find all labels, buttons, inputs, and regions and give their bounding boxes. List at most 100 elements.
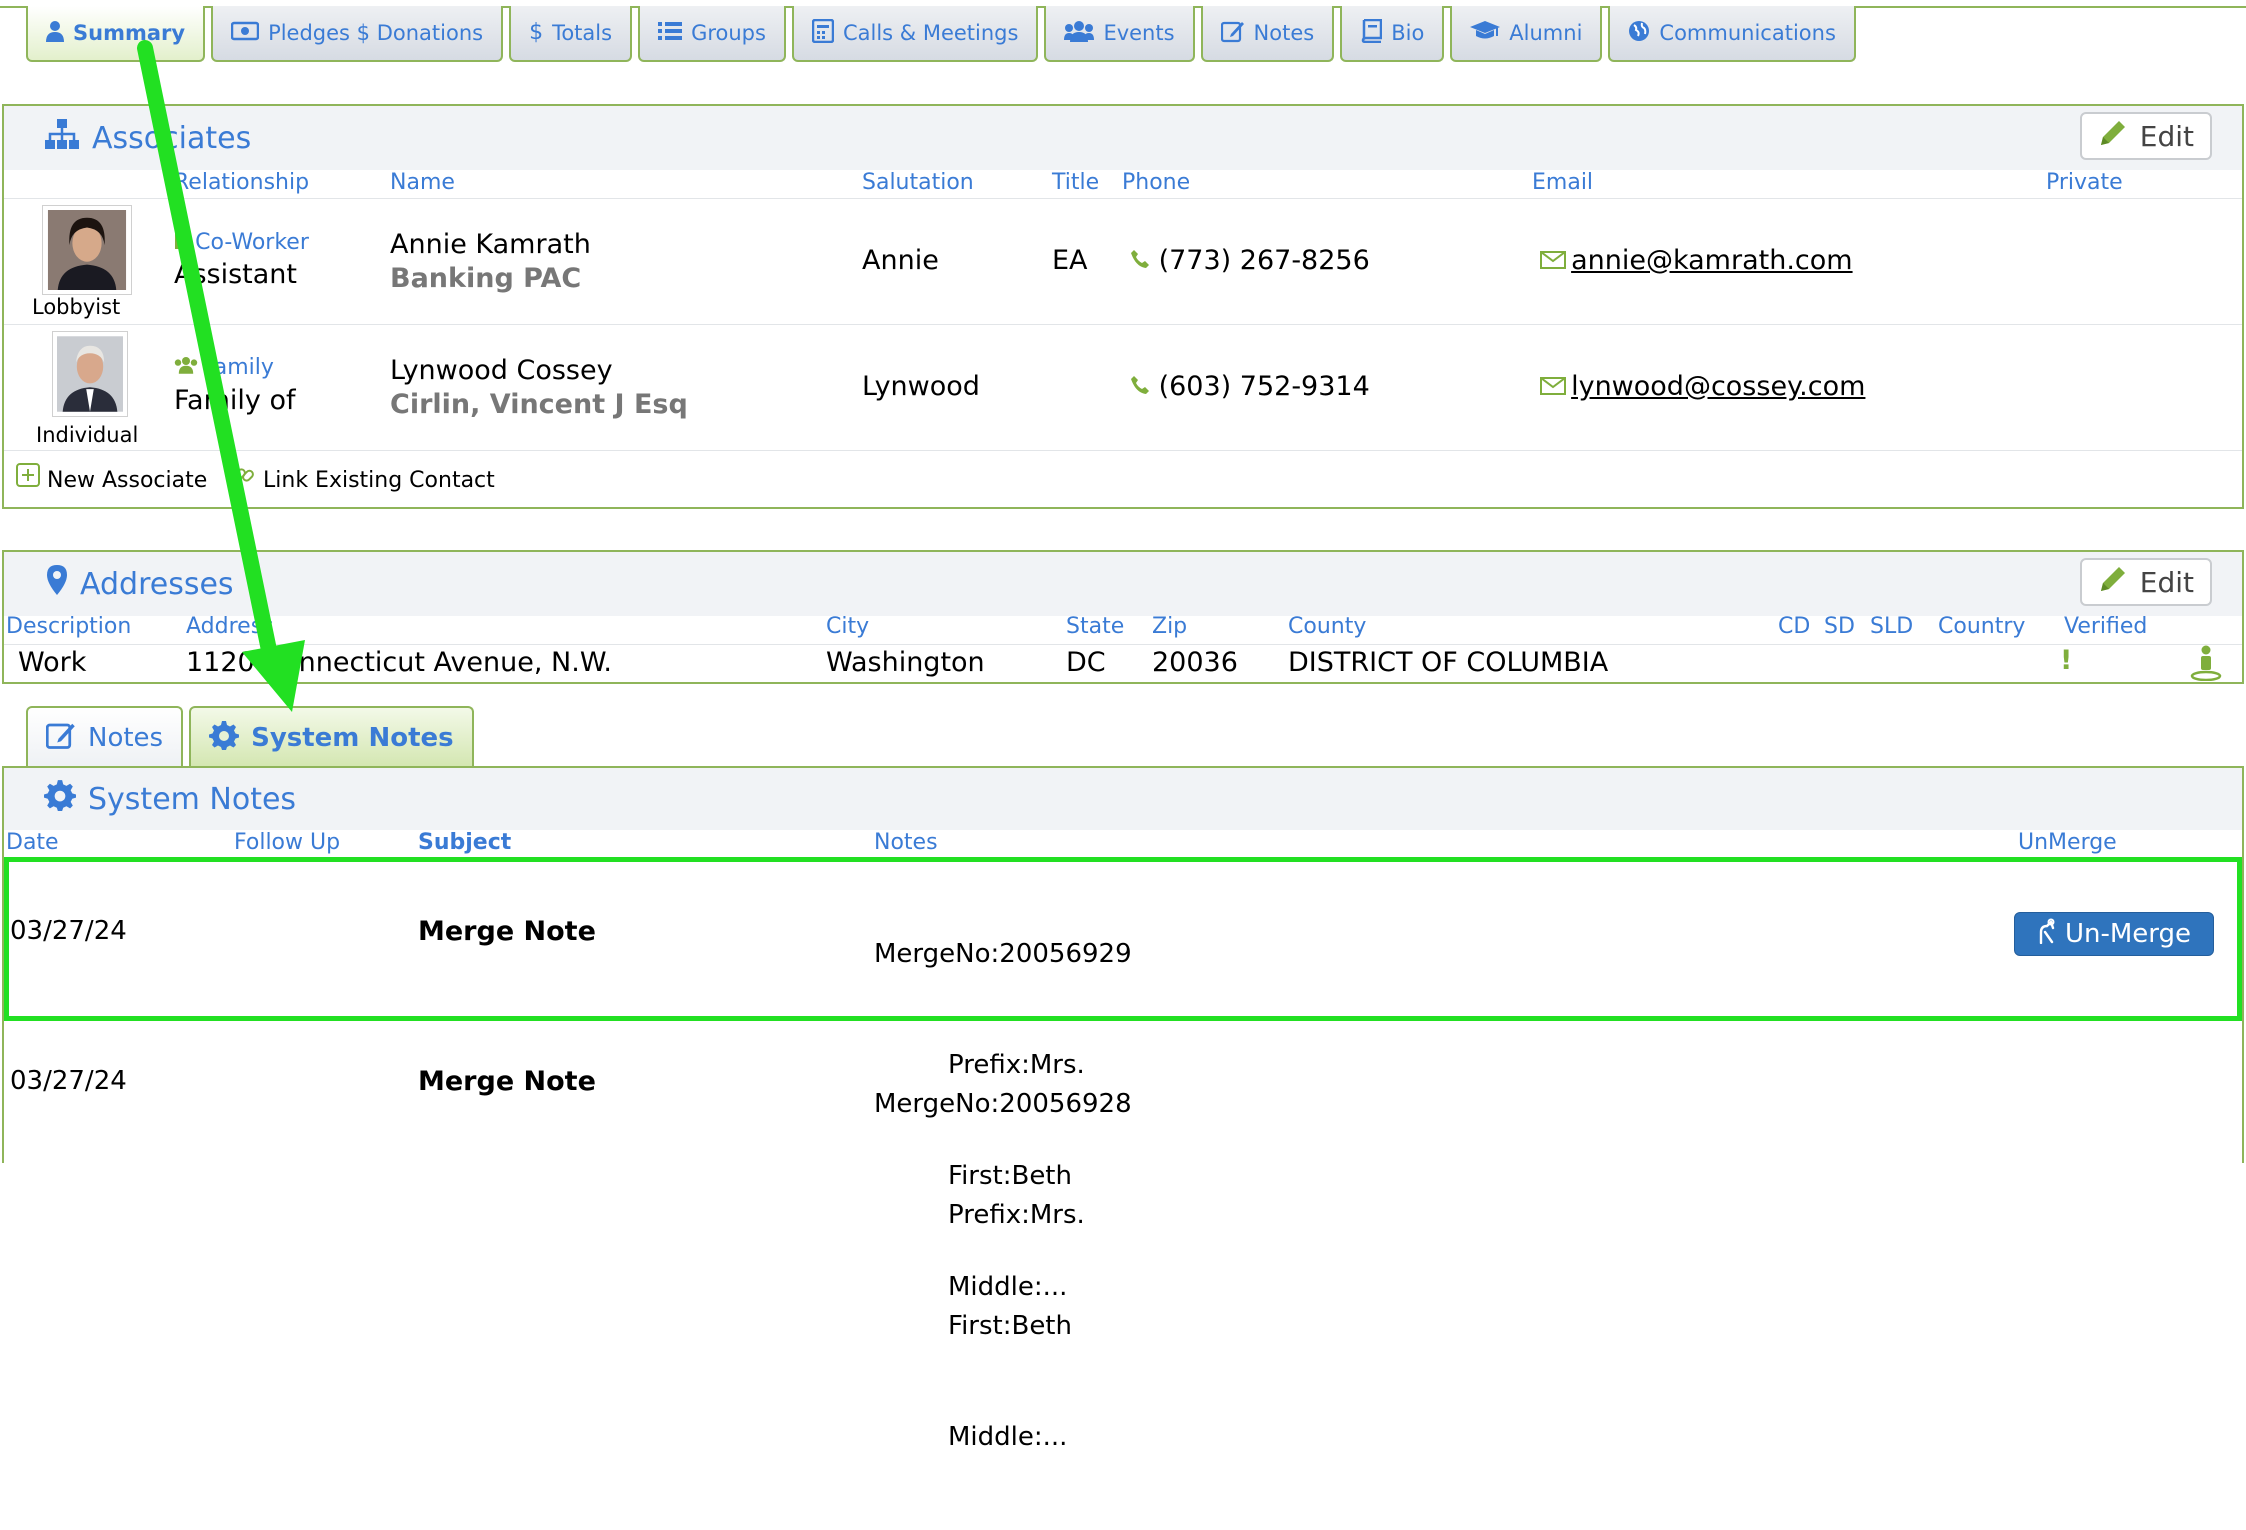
photo-caption: Individual xyxy=(36,423,139,447)
col-verified[interactable]: Verified xyxy=(2064,614,2147,639)
system-notes-panel: System Notes Date Follow Up Subject Note… xyxy=(2,766,2244,1452)
note-date: 03/27/24 xyxy=(10,1066,127,1096)
salutation: Lynwood xyxy=(862,371,980,402)
system-note-row[interactable]: 03/27/24 Merge Note MergeNo:20056929 Pre… xyxy=(4,862,2242,1302)
verified-warning-icon[interactable]: ! xyxy=(2060,645,2072,676)
unmerge-button[interactable]: Un-Merge xyxy=(2014,912,2214,956)
col-city[interactable]: City xyxy=(826,614,869,639)
relationship-type[interactable]: Family xyxy=(174,355,274,380)
tab-communications[interactable]: Communications xyxy=(1608,6,1856,62)
col-private[interactable]: Private xyxy=(2046,170,2123,195)
sitemap-icon xyxy=(44,118,80,158)
tab-summary[interactable]: Summary xyxy=(26,6,206,62)
col-zip[interactable]: Zip xyxy=(1152,614,1187,639)
col-follow-up[interactable]: Follow Up xyxy=(234,830,340,855)
associate-org[interactable]: Banking PAC xyxy=(390,263,581,294)
associates-header: Associates Edit xyxy=(4,106,2242,170)
phone-icon xyxy=(1130,245,1159,276)
address-row[interactable]: Work 1120 Connecticut Avenue, N.W. Washi… xyxy=(4,644,2242,682)
associates-edit-button[interactable]: Edit xyxy=(2079,112,2212,160)
col-state[interactable]: State xyxy=(1066,614,1124,639)
edit-icon xyxy=(1220,19,1245,48)
associates-title: Associates xyxy=(44,118,251,158)
col-cd[interactable]: CD xyxy=(1778,614,1810,639)
tab-calls-meetings[interactable]: Calls & Meetings xyxy=(791,6,1039,62)
tab-notes[interactable]: Notes xyxy=(1200,6,1335,62)
tab-label: System Notes xyxy=(251,723,454,753)
avatar[interactable] xyxy=(42,205,132,295)
book-icon xyxy=(1360,18,1383,48)
note-merge-no: MergeNo:20056929 xyxy=(874,939,1132,969)
avatar[interactable] xyxy=(52,331,128,417)
users-icon xyxy=(174,357,203,378)
col-address[interactable]: Address xyxy=(186,614,274,639)
addresses-edit-button[interactable]: Edit xyxy=(2079,558,2212,606)
col-notes[interactable]: Notes xyxy=(874,830,938,855)
tab-label: Events xyxy=(1103,21,1175,45)
tab-pledges-donations[interactable]: Pledges $ Donations xyxy=(211,6,504,62)
phone[interactable]: (603) 752-9314 xyxy=(1130,371,1370,402)
addresses-title-text: Addresses xyxy=(80,566,234,602)
street-view-icon[interactable] xyxy=(2190,645,2222,685)
col-description[interactable]: Description xyxy=(6,614,131,639)
col-name[interactable]: Name xyxy=(390,170,455,195)
envelope-icon xyxy=(1540,251,1571,273)
globe-icon xyxy=(1628,20,1650,47)
associate-row[interactable]: Lobbyist Co-Worker Assistant Annie Kamra… xyxy=(4,198,2242,324)
tab-totals[interactable]: $ Totals xyxy=(509,6,633,62)
col-unmerge[interactable]: UnMerge xyxy=(2018,830,2117,855)
associate-name[interactable]: Lynwood Cossey xyxy=(390,355,613,386)
col-phone[interactable]: Phone xyxy=(1122,170,1190,195)
dollar-icon: $ xyxy=(529,20,544,45)
tab-label: Communications xyxy=(1659,21,1836,45)
tab-system-notes[interactable]: System Notes xyxy=(189,706,474,768)
email[interactable]: lynwood@cossey.com xyxy=(1540,371,1865,402)
tab-alumni[interactable]: Alumni xyxy=(1450,6,1603,62)
link-existing-button[interactable]: Link Existing Contact xyxy=(232,463,495,493)
col-date[interactable]: Date xyxy=(6,830,59,855)
address-zip: 20036 xyxy=(1152,647,1238,678)
tab-events[interactable]: Events xyxy=(1044,6,1195,62)
associate-org[interactable]: Cirlin, Vincent J Esq xyxy=(390,389,688,420)
col-country[interactable]: Country xyxy=(1938,614,2025,639)
col-subject[interactable]: Subject xyxy=(418,830,511,855)
email-link[interactable]: annie@kamrath.com xyxy=(1571,245,1852,276)
edit-label: Edit xyxy=(2139,565,2194,599)
tab-notes-sub[interactable]: Notes xyxy=(26,706,184,768)
system-note-row[interactable]: 03/27/24 Merge Note MergeNo:20056928 Pre… xyxy=(4,1012,2242,1452)
tab-label: Groups xyxy=(691,21,766,45)
email-link[interactable]: lynwood@cossey.com xyxy=(1571,371,1865,402)
col-email[interactable]: Email xyxy=(1532,170,1593,195)
edit-icon xyxy=(45,720,76,757)
email[interactable]: annie@kamrath.com xyxy=(1540,245,1853,276)
list-icon xyxy=(658,21,683,46)
associate-row[interactable]: Individual Family Family of Lynwood Coss… xyxy=(4,324,2242,450)
map-marker-icon xyxy=(46,564,68,604)
gear-icon xyxy=(209,720,240,757)
tab-label: Summary xyxy=(73,21,186,45)
address-county: DISTRICT OF COLUMBIA xyxy=(1288,647,1609,678)
graduation-cap-icon xyxy=(1470,20,1501,47)
addresses-panel: Addresses Edit Description Address City … xyxy=(2,550,2244,684)
main-tabs: Summary Pledges $ Donations $ Totals Gro… xyxy=(26,6,1856,62)
tab-bio[interactable]: Bio xyxy=(1340,6,1445,62)
col-county[interactable]: County xyxy=(1288,614,1366,639)
plus-square-icon xyxy=(16,463,47,493)
money-icon xyxy=(230,21,260,46)
tab-label: Totals xyxy=(552,21,613,45)
col-title[interactable]: Title xyxy=(1052,170,1099,195)
phone[interactable]: (773) 267-8256 xyxy=(1130,245,1370,276)
relationship-type-text: Family xyxy=(203,355,274,380)
relationship-type[interactable]: Co-Worker xyxy=(174,229,309,255)
new-associate-button[interactable]: New Associate xyxy=(16,463,207,493)
pencil-icon xyxy=(2098,564,2128,601)
col-sld[interactable]: SLD xyxy=(1870,614,1913,639)
tab-groups[interactable]: Groups xyxy=(638,6,786,62)
col-salutation[interactable]: Salutation xyxy=(862,170,974,195)
col-relationship[interactable]: Relationship xyxy=(174,170,309,195)
associates-title-text: Associates xyxy=(92,120,252,156)
address-description: Work xyxy=(18,647,87,678)
associate-name[interactable]: Annie Kamrath xyxy=(390,229,591,260)
col-sd[interactable]: SD xyxy=(1824,614,1855,639)
envelope-icon xyxy=(1540,377,1571,399)
